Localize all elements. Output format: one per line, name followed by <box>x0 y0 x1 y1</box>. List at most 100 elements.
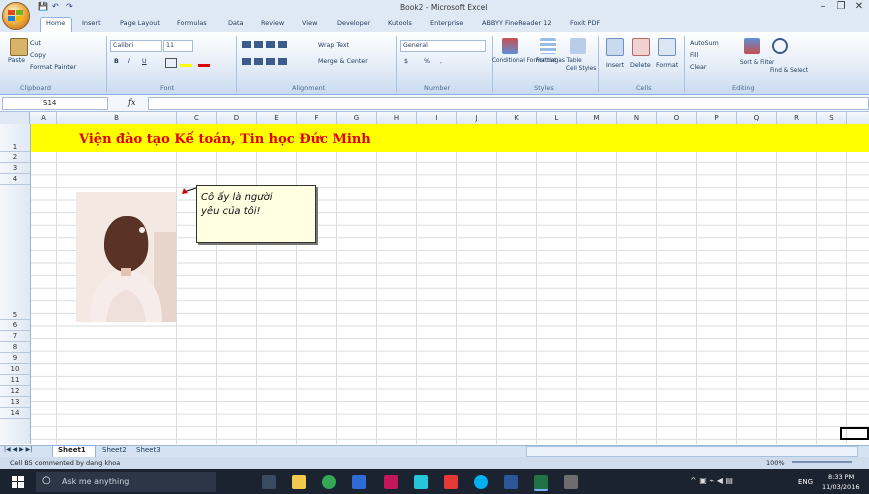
column-header-m[interactable]: M <box>577 112 617 124</box>
row-header-2[interactable]: 2 <box>0 152 30 163</box>
indent-icons[interactable] <box>242 58 288 65</box>
system-tray-icons[interactable]: ^ ▣ ⌁ ◀ ▤ <box>690 476 733 485</box>
zoom-slider[interactable] <box>792 461 852 463</box>
search-box[interactable]: ○ Ask me anything <box>36 472 216 492</box>
row-header-13[interactable]: 13 <box>0 397 30 408</box>
tab-kutools[interactable]: Kutools <box>388 19 412 27</box>
row-header-9[interactable]: 9 <box>0 353 30 364</box>
select-all-corner[interactable] <box>0 112 30 124</box>
format-button[interactable]: Format <box>656 62 678 69</box>
column-header-l[interactable]: L <box>537 112 577 124</box>
sheet-nav-buttons[interactable]: |◀ ◀ ▶ ▶| <box>4 446 32 456</box>
comma-button[interactable]: , <box>440 58 442 65</box>
app-icon-1[interactable] <box>384 475 398 489</box>
active-cell-s14[interactable] <box>840 427 869 440</box>
row-header-6[interactable]: 6 <box>0 320 30 331</box>
tab-page-layout[interactable]: Page Layout <box>120 19 160 27</box>
cell-styles-button[interactable]: Cell Styles <box>566 66 596 72</box>
minimize-button[interactable]: – <box>814 1 832 12</box>
column-header-c[interactable]: C <box>177 112 217 124</box>
align-icons[interactable] <box>242 41 288 48</box>
formula-input[interactable] <box>148 97 869 110</box>
conditional-formatting-icon[interactable] <box>502 38 518 54</box>
restore-button[interactable]: ❐ <box>832 1 850 12</box>
app-icon-2[interactable] <box>414 475 428 489</box>
merge-center-button[interactable]: Merge & Center <box>318 58 368 65</box>
tab-review[interactable]: Review <box>261 19 284 27</box>
word-icon[interactable] <box>504 475 518 489</box>
find-icon[interactable] <box>772 38 788 54</box>
close-button[interactable]: ✕ <box>850 1 868 12</box>
column-header-k[interactable]: K <box>497 112 537 124</box>
tab-view[interactable]: View <box>302 19 317 27</box>
sort-filter-button[interactable]: Sort & Filter <box>740 60 774 66</box>
photo-image[interactable] <box>76 192 176 322</box>
row-header-8[interactable]: 8 <box>0 342 30 353</box>
format-cells-icon[interactable] <box>658 38 676 56</box>
conditional-formatting-button[interactable]: Conditional Formatting <box>492 58 558 64</box>
currency-button[interactable]: $ <box>404 58 408 65</box>
number-format-box[interactable]: General <box>400 40 486 52</box>
windows-start-icon[interactable] <box>12 476 24 488</box>
bold-button[interactable]: B <box>114 58 119 65</box>
column-header-h[interactable]: H <box>377 112 417 124</box>
autosum-button[interactable]: AutoSum <box>690 40 719 47</box>
name-box[interactable]: S14 <box>2 97 108 110</box>
column-header-d[interactable]: D <box>217 112 257 124</box>
fx-icon[interactable]: fx <box>128 98 135 107</box>
column-header-o[interactable]: O <box>657 112 697 124</box>
fill-button[interactable]: Fill <box>690 52 698 59</box>
tab-sheet2[interactable]: Sheet2 <box>102 446 127 456</box>
undo-icon[interactable]: ↶ <box>52 2 59 14</box>
cell-comment-box[interactable]: Cô ấy là người yêu của tôi! <box>196 185 316 243</box>
skype-icon[interactable] <box>474 475 488 489</box>
column-header-q[interactable]: Q <box>737 112 777 124</box>
chrome-icon[interactable] <box>322 475 336 489</box>
clear-button[interactable]: Clear <box>690 64 706 71</box>
row-header-3[interactable]: 3 <box>0 163 30 174</box>
clock-date[interactable]: 11/03/2016 <box>822 483 859 491</box>
sort-filter-icon[interactable] <box>744 38 760 54</box>
italic-button[interactable]: I <box>128 58 130 65</box>
find-select-button[interactable]: Find & Select <box>770 68 808 74</box>
column-header-r[interactable]: R <box>777 112 817 124</box>
column-header-n[interactable]: N <box>617 112 657 124</box>
tab-sheet3[interactable]: Sheet3 <box>136 446 161 456</box>
tab-enterprise[interactable]: Enterprise <box>430 19 463 27</box>
redo-icon[interactable]: ↷ <box>66 2 73 14</box>
tab-home[interactable]: Home <box>46 19 65 27</box>
tab-developer[interactable]: Developer <box>337 19 370 27</box>
format-table-button[interactable]: Format as Table <box>536 58 582 64</box>
row-header-5[interactable]: 5 <box>0 185 30 320</box>
task-view-icon[interactable] <box>262 475 276 489</box>
insert-cells-icon[interactable] <box>606 38 624 56</box>
fill-color-icon[interactable] <box>180 64 192 67</box>
delete-cells-icon[interactable] <box>632 38 650 56</box>
tab-abbyy[interactable]: ABBYY FineReader 12 <box>482 19 552 27</box>
save-icon[interactable]: 💾 <box>38 2 48 14</box>
row-header-1[interactable]: 1 <box>0 124 30 152</box>
column-header-j[interactable]: J <box>457 112 497 124</box>
column-header-g[interactable]: G <box>337 112 377 124</box>
wrap-text-button[interactable]: Wrap Text <box>318 42 349 49</box>
row-header-7[interactable]: 7 <box>0 331 30 342</box>
column-header-b[interactable]: B <box>57 112 177 124</box>
language-indicator[interactable]: ENG <box>798 478 813 486</box>
row-header-12[interactable]: 12 <box>0 386 30 397</box>
paste-button[interactable]: Paste <box>8 57 25 64</box>
row-header-4[interactable]: 4 <box>0 174 30 185</box>
paint-icon[interactable] <box>564 475 578 489</box>
tab-data[interactable]: Data <box>228 19 244 27</box>
clock-time[interactable]: 8:33 PM <box>828 473 854 481</box>
delete-button[interactable]: Delete <box>630 62 651 69</box>
column-header-p[interactable]: P <box>697 112 737 124</box>
font-color-icon[interactable] <box>198 64 210 67</box>
font-name-box[interactable]: Calibri <box>110 40 162 52</box>
insert-button[interactable]: Insert <box>606 62 624 69</box>
row-header-11[interactable]: 11 <box>0 375 30 386</box>
column-header-f[interactable]: F <box>297 112 337 124</box>
column-header-i[interactable]: I <box>417 112 457 124</box>
foxit-icon[interactable] <box>444 475 458 489</box>
zoom-level[interactable]: 100% <box>766 459 785 467</box>
border-icon[interactable] <box>165 58 177 68</box>
